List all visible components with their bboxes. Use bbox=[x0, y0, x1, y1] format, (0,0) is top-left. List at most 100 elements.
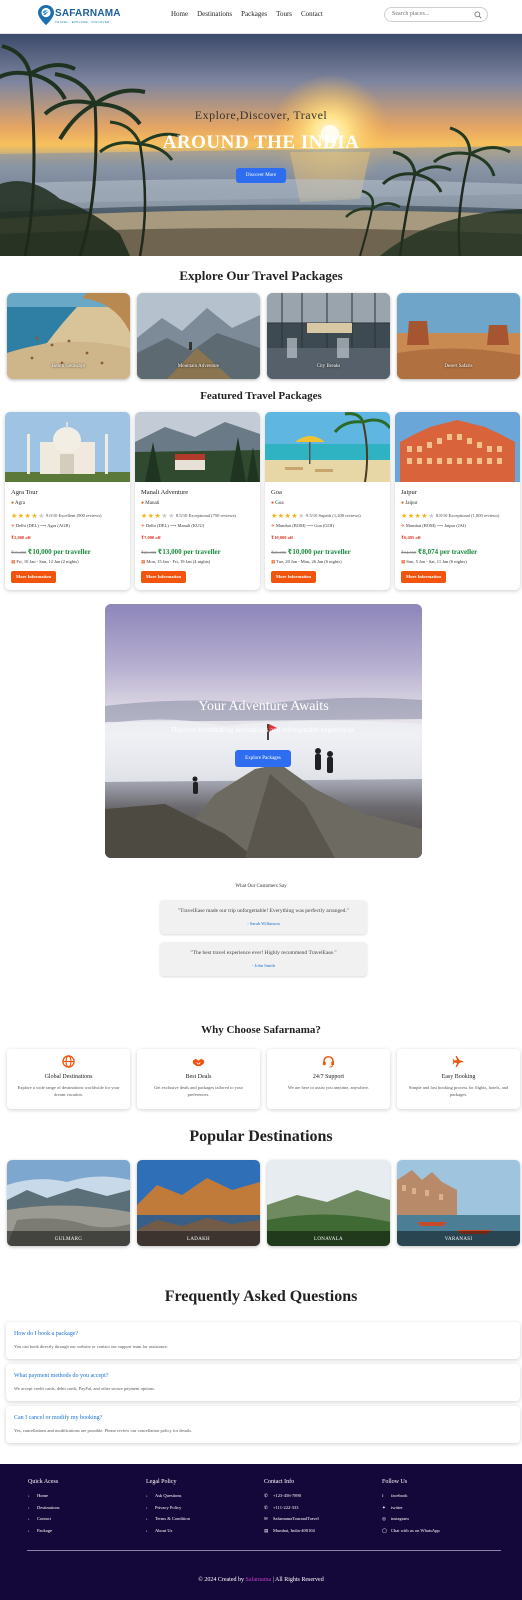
destination-label: LONAVALA bbox=[314, 1237, 343, 1242]
footer-link-text: Terms & Condition bbox=[155, 1516, 190, 1521]
footer-link-home[interactable]: › Home bbox=[28, 1493, 60, 1505]
faq-item[interactable]: What payment methods do you accept? We a… bbox=[6, 1364, 520, 1401]
nav-home[interactable]: Home bbox=[171, 10, 188, 18]
footer-social-text: twitter bbox=[391, 1504, 403, 1510]
feature-card-deals: Best Deals Get exclusive deals and packa… bbox=[137, 1049, 260, 1109]
footer-heading: Quick Acess bbox=[28, 1479, 59, 1485]
footer-quick-access: Quick Acess › Home › Destinations › Contact… bbox=[28, 1479, 60, 1539]
package-route: ✈ Delhi (DEL) ⟶ Agra (AGR) bbox=[11, 523, 70, 529]
nav-destinations[interactable]: Destinations bbox=[197, 10, 232, 18]
dates-text: Sun, 5 Jan - Sat, 11 Jan (6 nights) bbox=[406, 559, 467, 564]
faq-question[interactable]: Can I cancel or modify my booking? bbox=[14, 1415, 102, 1421]
package-card-city[interactable]: City Breaks bbox=[267, 293, 390, 379]
explore-packages-title: Explore Our Travel Packages bbox=[179, 268, 343, 283]
footer-phone-2[interactable]: ✆ +111-222-333 bbox=[264, 1505, 319, 1517]
footer-social-twitter[interactable]: ✦ twitter bbox=[382, 1505, 440, 1517]
package-card-beach[interactable]: Beach Getaways bbox=[7, 293, 130, 379]
footer-link-about[interactable]: › About Us bbox=[146, 1528, 190, 1540]
map-pin-icon: ● bbox=[11, 501, 15, 506]
new-price: ₹8,074 per traveller bbox=[417, 548, 478, 556]
explore-packages-button[interactable]: Explore Packages bbox=[235, 750, 291, 767]
footer-social-instagram[interactable]: ◎ instagram bbox=[382, 1516, 440, 1528]
faq-item[interactable]: How do I book a package? You can book di… bbox=[6, 1322, 520, 1359]
faq-question[interactable]: What payment methods do you accept? bbox=[14, 1373, 108, 1379]
chevron-right-icon: › bbox=[28, 1493, 30, 1498]
nav-contact[interactable]: Contact bbox=[301, 10, 323, 18]
destination-label: GULMARG bbox=[54, 1237, 83, 1242]
footer-link-text: Destinations bbox=[37, 1504, 60, 1510]
new-price: ₹13,000 per traveller bbox=[157, 548, 221, 556]
old-price: ₹14,569 bbox=[401, 550, 417, 555]
footer-link-text: Ask Questions bbox=[155, 1493, 182, 1498]
more-information-button[interactable]: More Information bbox=[401, 571, 447, 583]
footer-link-contact[interactable]: › Contact bbox=[28, 1516, 60, 1528]
faq-question[interactable]: How do I book a package? bbox=[14, 1331, 78, 1337]
package-card-desert[interactable]: Desert Safaris bbox=[397, 293, 520, 379]
featured-card-jaipur: Jaipur ● Jaipur ★★★★★ 8.8/10 Exceptional… bbox=[395, 412, 520, 590]
package-price: ₹15,000 ₹10,000 per traveller bbox=[11, 547, 91, 556]
search-icon[interactable] bbox=[474, 11, 482, 19]
package-rating: ★★★★★ 9.0/10 Excellent (900 reviews) bbox=[11, 512, 102, 520]
brand-logo[interactable]: SAFARNAMA TRAVEL · EXPLORE · DISCOVER bbox=[38, 5, 120, 29]
search-input[interactable] bbox=[392, 11, 472, 17]
map-pin-icon: ● bbox=[401, 501, 405, 506]
footer-link-privacy[interactable]: › Privacy Policy bbox=[146, 1505, 190, 1517]
testimonial-card: "The best travel experience ever! Highly… bbox=[160, 942, 367, 976]
featured-card-agra: Agra Tour ● Agra ★★★★★ 9.0/10 Excellent … bbox=[5, 412, 130, 590]
feature-title: Best Deals bbox=[185, 1074, 212, 1080]
plane-icon: ✈ bbox=[11, 523, 15, 528]
destination-card-ladakh[interactable]: LADAKH bbox=[137, 1160, 260, 1246]
faq-answer: We accept credit cards, debit cards, Pay… bbox=[14, 1386, 155, 1391]
footer-follow-us: Follow Us f facebook ✦ twitter ◎ instagram … bbox=[382, 1479, 440, 1539]
faq-item[interactable]: Can I cancel or modify my booking? Yes, … bbox=[6, 1406, 520, 1443]
site-footer: Quick Acess › Home › Destinations › Contact… bbox=[0, 1464, 522, 1600]
package-location: ● Agra bbox=[11, 501, 25, 506]
dates-text: Tue, 20 Jan - Mon, 26 Jan (6 nights) bbox=[276, 559, 342, 564]
more-information-button[interactable]: More Information bbox=[271, 571, 317, 583]
copyright-brand-link[interactable]: Safarnama bbox=[246, 1577, 272, 1583]
more-information-button[interactable]: More Information bbox=[11, 571, 57, 583]
destination-card-varanasi[interactable]: VARANASI bbox=[397, 1160, 520, 1246]
why-choose-title: Why Choose Safarnama? bbox=[201, 1024, 321, 1036]
copyright-suffix: | All Rights Reserved bbox=[272, 1577, 324, 1583]
package-card-label: City Breaks bbox=[316, 364, 341, 369]
phone-icon: ✆ bbox=[264, 1504, 268, 1510]
old-price: ₹15,000 bbox=[11, 550, 27, 555]
star-rating-icon: ★★★★ bbox=[401, 512, 429, 520]
featured-packages-title: Featured Travel Packages bbox=[200, 390, 322, 402]
adventure-banner: Your Adventure Awaits Discover breathtak… bbox=[105, 604, 422, 858]
footer-link-terms[interactable]: › Terms & Condition bbox=[146, 1516, 190, 1528]
popular-destinations-title: Popular Destinations bbox=[189, 1128, 333, 1145]
discover-more-button[interactable]: Discover More bbox=[236, 168, 286, 183]
chevron-right-icon: › bbox=[146, 1493, 148, 1498]
nav-packages[interactable]: Packages bbox=[241, 10, 267, 18]
footer-link-package[interactable]: › Package bbox=[28, 1528, 60, 1540]
footer-link-ask-questions[interactable]: › Ask Questions bbox=[146, 1493, 190, 1505]
location-text: Jaipur bbox=[405, 501, 418, 506]
route-text: Delhi (DEL) ⟶ Manali (KUU) bbox=[145, 523, 205, 528]
footer-email[interactable]: ✉ SafarnamaTourandTravel bbox=[264, 1516, 319, 1528]
nav-tours[interactable]: Tours bbox=[276, 10, 292, 18]
package-title[interactable]: Goa bbox=[271, 489, 282, 496]
package-dates: ▦ Fri, 10 Jan - Sun, 12 Jan (2 nights) bbox=[11, 559, 79, 565]
headset-icon bbox=[322, 1056, 335, 1068]
destination-card-lonavala[interactable]: LONAVALA bbox=[267, 1160, 390, 1246]
footer-link-destinations[interactable]: › Destinations bbox=[28, 1505, 60, 1517]
package-title[interactable]: Manali Adventure bbox=[141, 489, 188, 496]
footer-heading: Contact Info bbox=[264, 1479, 295, 1485]
route-text: Mumbai (BOM) ⟶ Jaipur (JAI) bbox=[405, 523, 466, 528]
destination-card-gulmarg[interactable]: GULMARG bbox=[7, 1160, 130, 1246]
footer-social-facebook[interactable]: f facebook bbox=[382, 1493, 440, 1505]
chevron-right-icon: › bbox=[146, 1504, 148, 1510]
package-title[interactable]: Jaipur bbox=[401, 489, 417, 496]
hero-title: AROUND THE INDIA bbox=[162, 132, 360, 153]
package-card-mountain[interactable]: Mountain Adventure bbox=[137, 293, 260, 379]
footer-link-text: Privacy Policy bbox=[155, 1504, 182, 1510]
feature-description: Get exclusive deals and packages tailore… bbox=[153, 1085, 244, 1097]
featured-card-manali: Manali Adventure ● Manali ★★★★★ 8.5/10 E… bbox=[135, 412, 260, 590]
footer-contact-text: +123-456-7890 bbox=[273, 1493, 302, 1498]
footer-phone-1[interactable]: ✆ +123-456-7890 bbox=[264, 1493, 319, 1505]
package-title[interactable]: Agra Tour bbox=[11, 489, 38, 496]
footer-social-whatsapp[interactable]: ◯ Chat with us on WhatsApp bbox=[382, 1528, 440, 1540]
more-information-button[interactable]: More Information bbox=[141, 571, 187, 583]
